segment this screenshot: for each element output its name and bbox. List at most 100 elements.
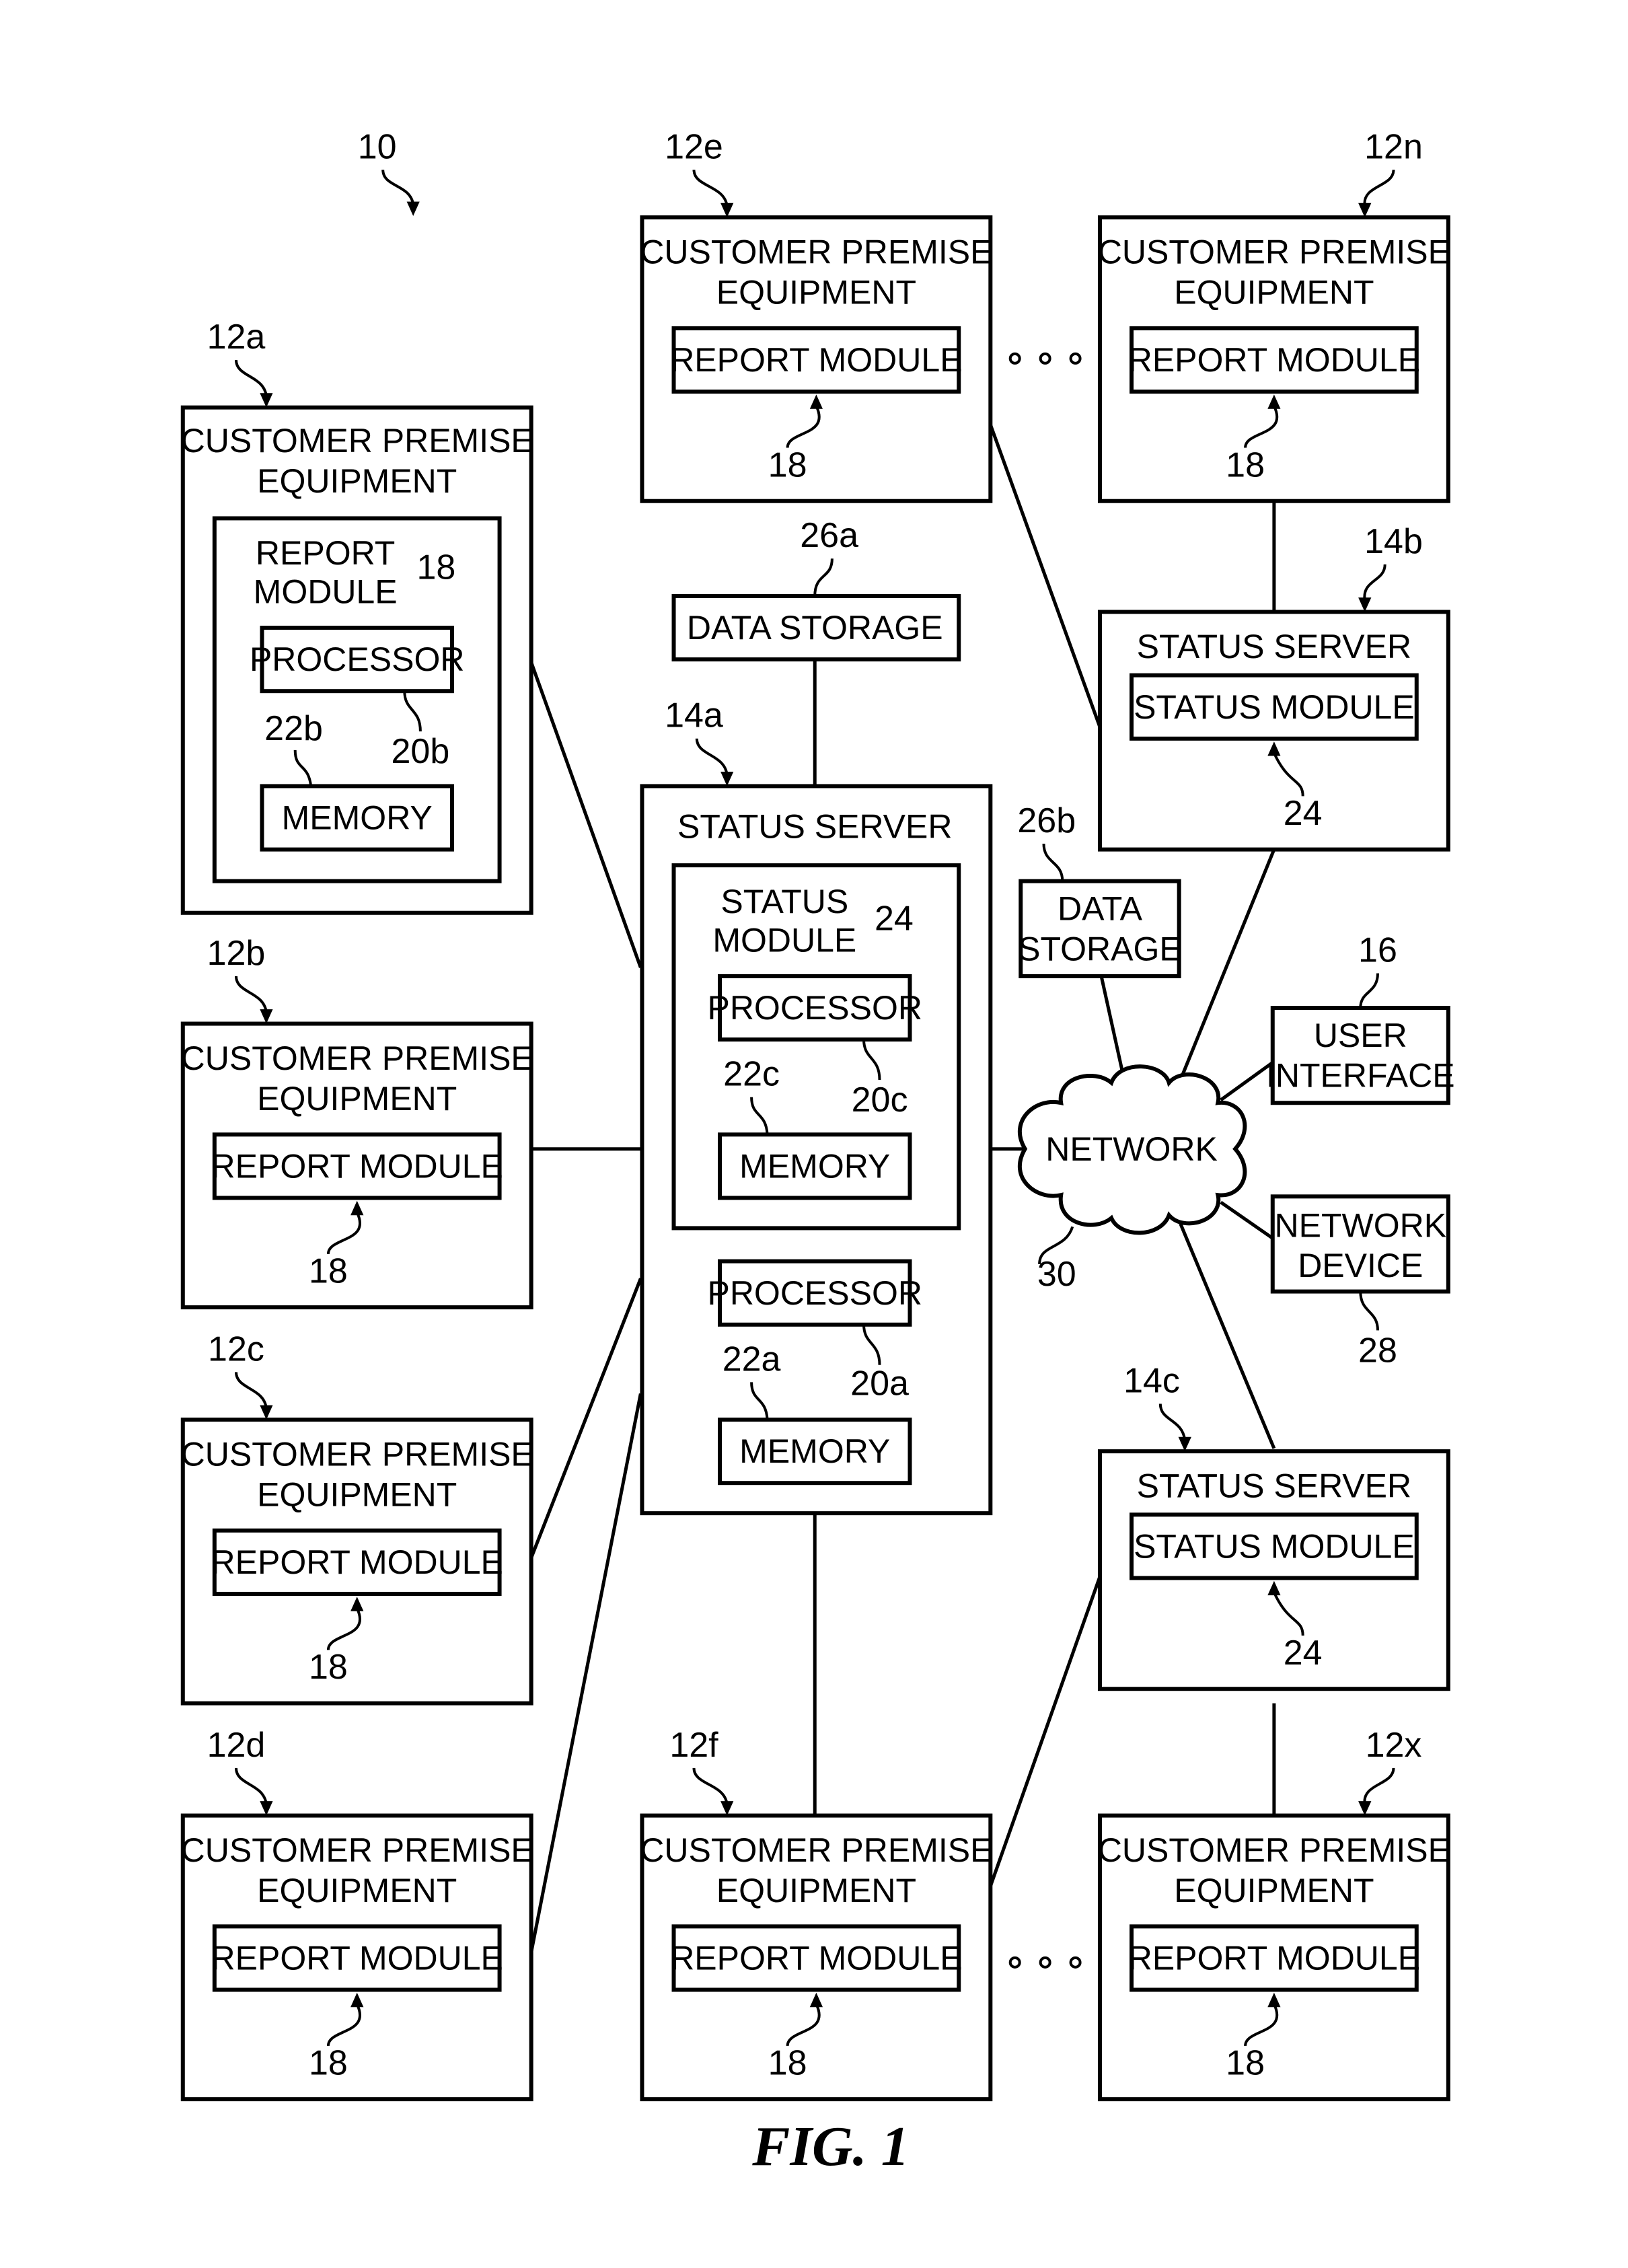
data-storage-26a-label: DATA STORAGE (687, 609, 943, 647)
ref-12n: 12n (1364, 127, 1423, 166)
report-module-ref-18-12c: 18 (309, 1648, 348, 1687)
leader-10-arrowhead (406, 201, 420, 216)
ref-12x: 12x (1366, 1726, 1422, 1765)
status-server-14c-title: STATUS SERVER (1137, 1467, 1411, 1505)
leader-10-line (381, 170, 415, 205)
leader-12n-arrowhead (1358, 203, 1372, 218)
ref-22c: 22c (723, 1055, 780, 1094)
memory-22a-label: MEMORY (739, 1432, 890, 1470)
status-module-14a-line1: STATUS (720, 883, 848, 920)
ellipsis-dot-icon (1008, 1956, 1021, 1969)
leader-14b-line (1363, 564, 1386, 601)
figure-caption: FIG. 1 (751, 2115, 909, 2178)
status-server-14a-title: STATUS SERVER (677, 807, 952, 845)
ref-20b: 20b (391, 732, 449, 771)
wire-12d-14a (529, 1393, 642, 1953)
ref-22a: 22a (723, 1340, 781, 1379)
cpe-12n-title-line2: EQUIPMENT (1174, 274, 1374, 312)
ellipsis-dot-icon (1069, 1956, 1082, 1969)
ref-20c: 20c (852, 1081, 908, 1120)
leader-12a-line (235, 359, 268, 396)
status-module-14a-line2: MODULE (712, 922, 856, 959)
ellipsis-dot-icon (1069, 352, 1082, 365)
wire-12e-14b (988, 424, 1102, 728)
leader-16 (1359, 973, 1379, 1009)
leader-14a-line (695, 738, 729, 775)
leader-12e-line (692, 170, 729, 207)
ref-14a: 14a (665, 696, 723, 735)
leader-12f-arrowhead (720, 1801, 734, 1816)
report-module-ref-18-12x: 18 (1226, 2044, 1265, 2083)
report-module-ref-18-12d: 18 (309, 2044, 348, 2083)
report-module-ref-18-12f: 18 (768, 2044, 807, 2083)
patent-figure: CUSTOMER PREMISEEQUIPMENTREPORTMODULE18P… (181, 127, 1455, 2178)
ref-30: 30 (1037, 1255, 1076, 1294)
cpe-12n-title-line1: CUSTOMER PREMISE (1098, 233, 1450, 271)
leader-26a (813, 558, 834, 597)
ref-system-10: 10 (358, 127, 397, 166)
leader-12d-arrowhead (260, 1801, 273, 1816)
ref-28: 28 (1358, 1331, 1397, 1370)
wire-26b-network (1099, 976, 1125, 1074)
ellipsis-dot-icon (1008, 352, 1021, 365)
cpe-12d-title-line2: EQUIPMENT (257, 1872, 457, 1909)
report-module-12a-line1: REPORT (256, 534, 395, 572)
network-label: NETWORK (1045, 1130, 1218, 1168)
ref-14c: 14c (1123, 1361, 1180, 1400)
wire-network-14c (1179, 1223, 1276, 1449)
leader-12a-arrowhead (260, 393, 273, 408)
cpe-12c-title-line2: EQUIPMENT (257, 1475, 457, 1513)
cpe-12a-title-line1: CUSTOMER PREMISE (181, 422, 533, 460)
cpe-12f-title-line2: EQUIPMENT (716, 1872, 916, 1909)
status-module-14b-label: STATUS MODULE (1134, 688, 1415, 726)
cpe-12x-title-line2: EQUIPMENT (1174, 1872, 1374, 1909)
processor-20b-label: PROCESSOR (250, 641, 465, 678)
status-module-ref-24-14b: 24 (1284, 794, 1323, 833)
report-module-ref-18-12b: 18 (309, 1252, 348, 1291)
memory-22b-label: MEMORY (282, 799, 433, 837)
leader-12x-arrowhead (1358, 1801, 1372, 1816)
wire-ui-network (1220, 1061, 1274, 1101)
ref-12e: 12e (665, 127, 723, 166)
processor-20c-label: PROCESSOR (707, 989, 922, 1027)
status-module-ref-24-14a: 24 (875, 899, 914, 938)
ref-14b: 14b (1364, 522, 1423, 561)
cpe-12b-title-line1: CUSTOMER PREMISE (181, 1039, 533, 1077)
network-device-line1: NETWORK (1275, 1206, 1447, 1244)
ref-12c: 12c (208, 1329, 264, 1368)
leader-12b-arrowhead (260, 1009, 273, 1024)
status-module-14c-label: STATUS MODULE (1134, 1527, 1415, 1565)
ref-26a: 26a (800, 516, 858, 555)
leader-14a-arrowhead (720, 772, 734, 787)
report-module-12b-label: REPORT MODULE (211, 1148, 503, 1185)
cpe-12c-title-line1: CUSTOMER PREMISE (181, 1436, 533, 1473)
report-module-12f-label: REPORT MODULE (670, 1940, 962, 1977)
data-storage-26b-line2: STORAGE (1018, 930, 1182, 967)
ref-12b: 12b (207, 934, 266, 973)
ref-12d: 12d (207, 1726, 266, 1765)
cpe-12a-title-line2: EQUIPMENT (257, 462, 457, 500)
ref-20a: 20a (850, 1364, 909, 1403)
wire-12a-14a (529, 661, 642, 968)
leader-12f-line (692, 1767, 729, 1804)
wire-14b-network (1179, 848, 1276, 1081)
leader-14c-line (1158, 1403, 1187, 1440)
report-module-12e-label: REPORT MODULE (670, 341, 962, 379)
report-module-12x-label: REPORT MODULE (1128, 1940, 1420, 1977)
ref-12a: 12a (207, 318, 266, 357)
report-module-12d-label: REPORT MODULE (211, 1940, 503, 1977)
memory-22c-label: MEMORY (739, 1148, 890, 1185)
status-module-ref-24-14c: 24 (1284, 1634, 1323, 1673)
cpe-12x-title-line1: CUSTOMER PREMISE (1098, 1831, 1450, 1869)
ref-16: 16 (1358, 931, 1397, 970)
wire-12f-14c (988, 1576, 1102, 1887)
leader-12c-line (235, 1372, 268, 1409)
ellipsis-dot-icon (1039, 1956, 1051, 1969)
processor-20a-label: PROCESSOR (707, 1274, 922, 1312)
ref-12f: 12f (669, 1726, 718, 1765)
leader-12e-arrowhead (720, 203, 734, 218)
user-interface-line1: USER (1314, 1017, 1407, 1054)
leader-12b-line (235, 976, 268, 1013)
network-device-line2: DEVICE (1298, 1247, 1423, 1284)
leader-28 (1359, 1291, 1379, 1331)
